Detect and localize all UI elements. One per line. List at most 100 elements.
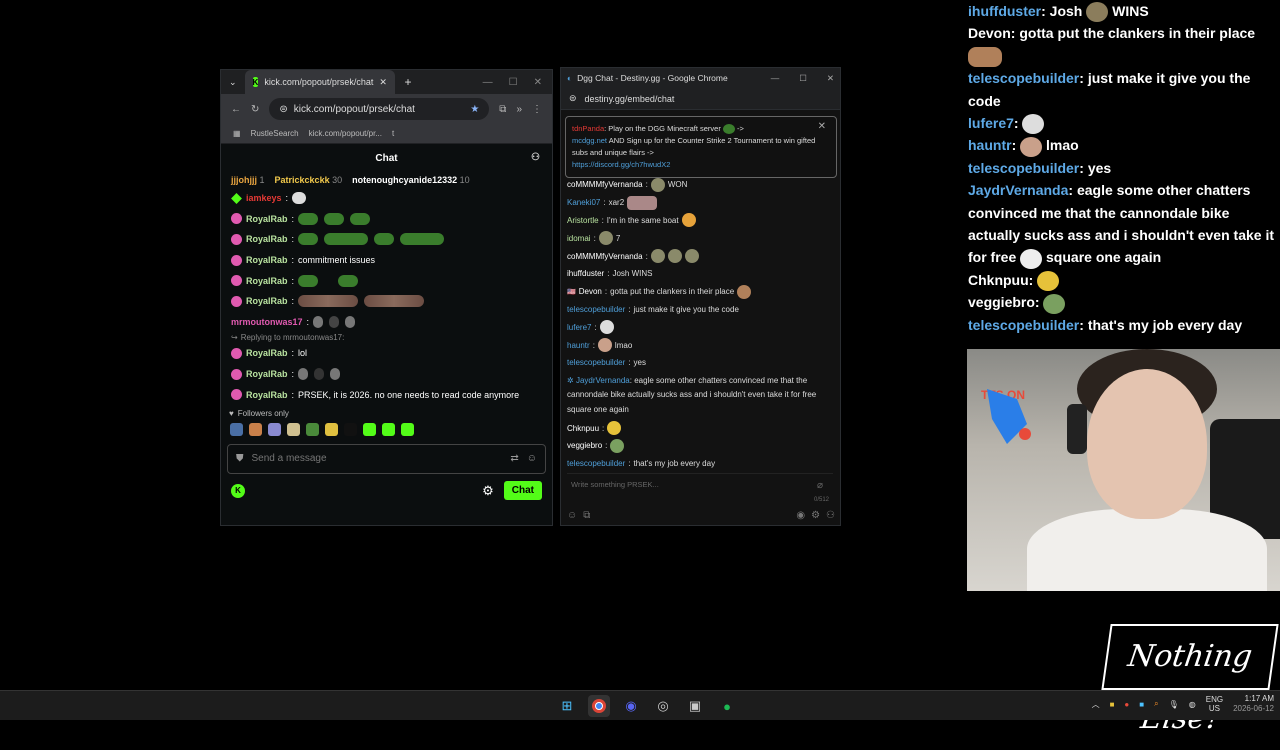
chat-username[interactable]: Chknpuu	[567, 424, 599, 433]
spotify-icon[interactable]: ●	[716, 695, 738, 717]
bookmark-t[interactable]: t	[392, 129, 394, 138]
chat-username[interactable]: lufere7	[567, 323, 591, 332]
user-settings-icon[interactable]: ⚇	[531, 152, 540, 163]
network-icon[interactable]: ◍	[1189, 700, 1196, 709]
bookmark-rustlesearch[interactable]: RustleSearch	[251, 129, 299, 138]
gifter-item[interactable]: jjjohjjj 1	[231, 175, 265, 185]
language-indicator[interactable]: ENG US	[1206, 695, 1223, 713]
emote-icon[interactable]	[268, 423, 281, 437]
bookmark-star-icon[interactable]: ★	[470, 104, 479, 115]
maximize-icon[interactable]: ☐	[509, 77, 518, 88]
pinned-link[interactable]: mcdgg.net	[572, 136, 607, 145]
tab-menu-icon[interactable]: ⌄	[221, 77, 245, 88]
pinned-discord-link[interactable]: https://discord.gg/ch7hwudX2	[572, 160, 670, 169]
chat-username[interactable]: hauntr	[567, 341, 590, 350]
tray-app-icon[interactable]: ■	[1110, 700, 1115, 709]
emote-icon[interactable]	[287, 423, 300, 437]
chat-username[interactable]: veggiebro	[567, 441, 602, 450]
chrome-icon[interactable]	[588, 695, 610, 717]
emote-icon[interactable]	[363, 423, 376, 437]
emote-icon[interactable]	[230, 423, 243, 437]
chat-username[interactable]: RoyalRab	[246, 255, 288, 265]
settings-gear-icon[interactable]: ⚙	[482, 483, 494, 499]
dgg-input-area[interactable]: Write something PRSEK... ⌀ 0/512	[567, 473, 833, 505]
users-icon[interactable]: ⚇	[826, 510, 835, 521]
gifter-item[interactable]: Patrickckckk 30	[275, 175, 343, 185]
emote-menu-icon[interactable]: ☺	[567, 510, 577, 521]
chat-username[interactable]: Kaneki07	[567, 198, 600, 207]
send-chat-button[interactable]: Chat	[503, 481, 542, 501]
chat-username[interactable]: RoyalRab	[246, 276, 288, 286]
discord-icon[interactable]: ◉	[620, 695, 642, 717]
reload-icon[interactable]: ↻	[251, 104, 259, 115]
overlay-message: veggiebro:	[964, 291, 1280, 314]
emote-icon[interactable]	[325, 423, 338, 437]
close-pinned-icon[interactable]: ✕	[818, 121, 826, 133]
kick-url-field[interactable]: ⊜ kick.com/popout/prsek/chat ★	[269, 98, 490, 120]
chat-username[interactable]: mrmoutonwas17	[231, 317, 303, 327]
kick-badge-icon[interactable]: K	[231, 483, 245, 498]
chat-username[interactable]: RoyalRab	[246, 390, 288, 400]
chat-username[interactable]: coMMMMfyVernanda	[567, 180, 643, 189]
emote-icon[interactable]	[401, 423, 414, 437]
chat-username[interactable]: RoyalRab	[246, 369, 288, 379]
mic-icon[interactable]: 🎙	[1169, 700, 1179, 709]
search-icon[interactable]: ⌕	[1154, 699, 1158, 709]
emote-icon[interactable]	[344, 423, 357, 437]
menu-dots-icon[interactable]: ⋮	[532, 104, 542, 115]
whispers-icon[interactable]: ⧉	[583, 510, 590, 521]
emote-icon[interactable]	[306, 423, 319, 437]
back-icon[interactable]: ←	[231, 104, 241, 115]
chat-username[interactable]: RoyalRab	[246, 348, 288, 358]
chat-username[interactable]: telescopebuilder	[567, 459, 625, 468]
chat-username[interactable]: iamkeys	[246, 193, 282, 203]
chat-username[interactable]: RoyalRab	[246, 234, 288, 244]
attach-icon[interactable]: ⌀	[817, 480, 823, 491]
site-info-icon[interactable]: ⊜	[279, 104, 287, 115]
pinned-username[interactable]: tdnPanda	[572, 124, 604, 133]
close-window-icon[interactable]: ✕	[827, 73, 834, 84]
reply-indicator[interactable]: ↪ Replying to mrmoutonwas17:	[231, 332, 542, 343]
chat-message: telescopebuilder: yes	[567, 358, 646, 368]
chat-username[interactable]: Aristortle	[567, 216, 599, 225]
apps-grid-icon[interactable]: ▦	[233, 129, 241, 138]
obs-icon[interactable]: ◎	[652, 695, 674, 717]
chat-username[interactable]: coMMMMfyVernanda	[567, 252, 643, 261]
emoji-icon[interactable]: ☺	[527, 453, 537, 464]
chat-message: coMMMMfyVernanda:	[567, 247, 837, 265]
minimize-icon[interactable]: —	[771, 73, 780, 84]
dgg-url-text[interactable]: destiny.gg/embed/chat	[585, 94, 675, 104]
settings-gear-icon[interactable]: ⚙	[811, 510, 820, 521]
close-tab-icon[interactable]: ✕	[379, 77, 387, 88]
new-tab-icon[interactable]: +	[395, 75, 422, 89]
chat-username[interactable]: telescopebuilder	[567, 305, 625, 314]
emote-icon[interactable]	[249, 423, 262, 437]
tray-overflow-icon[interactable]: ︿	[1092, 699, 1100, 710]
close-window-icon[interactable]: ✕	[534, 77, 542, 88]
tray-app-icon[interactable]: ●	[1124, 700, 1129, 709]
kick-message-input[interactable]	[251, 453, 503, 465]
minimize-icon[interactable]: —	[483, 77, 493, 88]
chat-username[interactable]: RoyalRab	[246, 214, 288, 224]
extensions-icon[interactable]: ⧉	[499, 104, 506, 115]
start-icon[interactable]: ⊞	[556, 695, 578, 717]
chat-username[interactable]: Devon	[579, 287, 602, 296]
chat-username[interactable]: ihuffduster	[567, 269, 604, 278]
kick-tab[interactable]: K kick.com/popout/prsek/chat ✕	[244, 70, 395, 94]
chat-username[interactable]: idomai	[567, 234, 591, 243]
maximize-icon[interactable]: ☐	[799, 73, 807, 84]
bookmark-kick[interactable]: kick.com/popout/pr...	[309, 129, 382, 138]
emote-icon[interactable]	[382, 423, 395, 437]
chat-username[interactable]: telescopebuilder	[567, 358, 625, 367]
chat-message: coMMMMfyVernanda: WON	[567, 176, 837, 194]
terminal-icon[interactable]: ▣	[684, 695, 706, 717]
site-info-icon[interactable]: ⊜	[569, 93, 577, 104]
gifter-item[interactable]: notenoughcyanide12332 10	[352, 175, 470, 185]
clock[interactable]: 1:17 AM 2026-06-12	[1233, 694, 1274, 714]
chat-username[interactable]: JaydrVernanda	[576, 376, 630, 385]
chat-username[interactable]: RoyalRab	[246, 296, 288, 306]
translate-icon[interactable]: ⇄	[510, 453, 518, 464]
more-tabs-icon[interactable]: »	[516, 104, 522, 115]
tray-app-icon[interactable]: ■	[1139, 700, 1144, 709]
eye-icon[interactable]: ◉	[796, 510, 805, 521]
